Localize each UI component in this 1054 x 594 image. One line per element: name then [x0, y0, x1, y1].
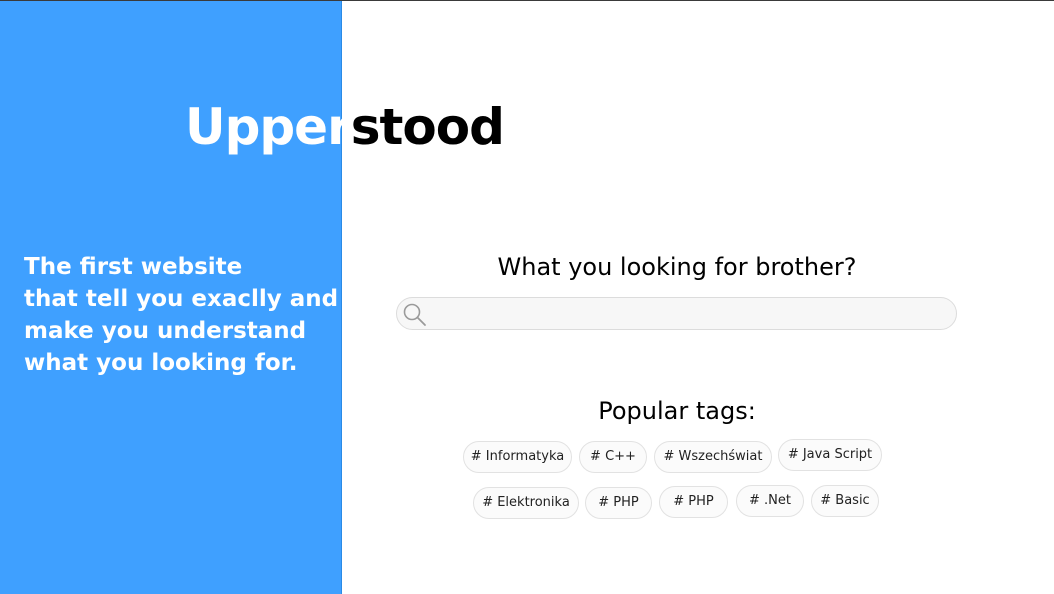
logo-part-upper: Upper	[185, 98, 352, 156]
search-icon[interactable]	[402, 302, 428, 328]
tagline-line: what you looking for.	[24, 350, 298, 376]
tag-dotnet[interactable]: # .Net	[736, 485, 804, 517]
tagline-line: make you understand	[24, 318, 307, 344]
site-logo[interactable]: Upperstood	[185, 95, 505, 159]
logo-part-stood: stood	[350, 98, 505, 156]
tag-php[interactable]: # PHP	[585, 487, 652, 519]
tag-elektronika[interactable]: # Elektronika	[473, 487, 579, 519]
tag-cpp[interactable]: # C++	[579, 441, 647, 473]
tag-basic[interactable]: # Basic	[811, 485, 879, 517]
search-input[interactable]	[433, 298, 947, 331]
tag-java-script[interactable]: # Java Script	[778, 439, 882, 471]
tag-php[interactable]: # PHP	[659, 486, 728, 518]
search-heading: What you looking for brother?	[497, 253, 857, 281]
page: Upperstood The first website that tell y…	[0, 0, 1054, 594]
hero-tagline: The first website that tell you exaclly …	[24, 251, 339, 379]
tag-wszechswiat[interactable]: # Wszechświat	[654, 441, 772, 473]
popular-tags-heading: Popular tags:	[598, 397, 756, 425]
tagline-line: that tell you exaclly and	[24, 286, 339, 312]
search-box[interactable]	[396, 297, 957, 331]
tag-informatyka[interactable]: # Informatyka	[463, 441, 572, 473]
tagline-line: The first website	[24, 254, 243, 280]
